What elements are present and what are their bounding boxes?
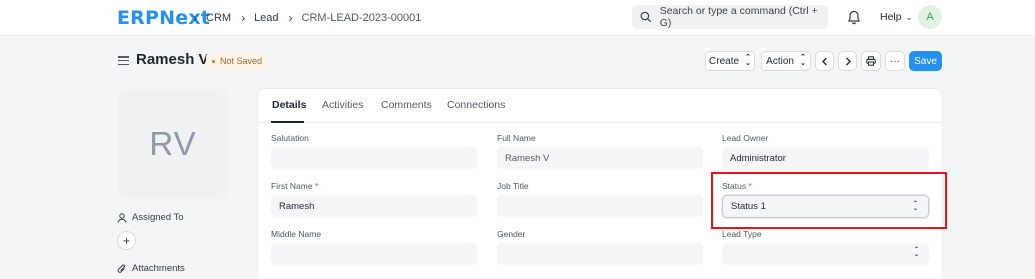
attachments-label: Attachments — [132, 263, 185, 274]
form-tabs: Details Activities Comments Connections — [258, 89, 942, 123]
breadcrumb: › CRM › Lead › CRM-LEAD-2023-00001 — [190, 11, 423, 25]
chevron-right-icon: › — [193, 11, 197, 25]
job-title-label: Job Title — [497, 181, 529, 191]
full-name-field: Ramesh V — [497, 147, 703, 169]
assigned-to-label: Assigned To — [132, 212, 184, 223]
lead-owner-label: Lead Owner — [722, 133, 769, 143]
help-dropdown[interactable]: Help ⌄ — [880, 11, 912, 23]
action-button[interactable]: Action ⌃ ⌄ — [761, 51, 811, 71]
bell-icon[interactable] — [847, 10, 861, 25]
tab-activities[interactable]: Activities — [322, 99, 363, 111]
save-button[interactable]: Save — [909, 51, 942, 71]
create-button[interactable]: Create ⌃ ⌄ — [705, 51, 755, 71]
select-arrows-icon: ⌃ ⌄ — [745, 54, 751, 67]
chevron-right-icon — [845, 57, 851, 65]
search-input[interactable]: Search or type a command (Ctrl + G) — [632, 5, 828, 29]
select-arrows-icon: ⌃ ⌄ — [913, 247, 919, 258]
create-button-label: Create — [709, 55, 740, 67]
first-name-label-text: First Name — [271, 181, 313, 191]
first-name-field[interactable]: Ramesh — [271, 195, 477, 217]
print-button[interactable] — [861, 51, 881, 71]
salutation-label: Salutation — [271, 133, 309, 143]
lead-avatar[interactable]: RV — [118, 89, 228, 199]
assigned-to-section: Assigned To — [117, 212, 184, 223]
tab-connections[interactable]: Connections — [447, 99, 505, 111]
lead-owner-field[interactable]: Administrator — [722, 147, 929, 169]
full-name-label: Full Name — [497, 133, 536, 143]
paperclip-icon — [117, 264, 125, 273]
lead-type-label: Lead Type — [722, 229, 762, 239]
highlight-box — [711, 172, 947, 229]
gender-label: Gender — [497, 229, 526, 239]
tab-details[interactable]: Details — [272, 99, 306, 111]
help-label: Help — [880, 11, 902, 23]
previous-record-button[interactable] — [815, 51, 834, 71]
printer-icon — [866, 56, 876, 66]
breadcrumb-current[interactable]: CRM-LEAD-2023-00001 — [302, 12, 422, 24]
chevron-right-icon: › — [241, 11, 246, 25]
dot-icon — [212, 59, 215, 63]
active-tab-indicator — [271, 121, 304, 123]
salutation-field[interactable] — [271, 147, 477, 169]
tab-comments[interactable]: Comments — [381, 99, 432, 111]
action-button-label: Action — [766, 55, 794, 67]
sidebar-toggle-icon[interactable] — [118, 56, 129, 65]
lead-type-select[interactable]: ⌃ ⌄ — [722, 243, 929, 265]
job-title-field[interactable] — [497, 195, 703, 217]
gender-field[interactable] — [497, 243, 703, 265]
first-name-label: First Name * — [271, 181, 318, 191]
required-mark: * — [314, 181, 319, 191]
middle-name-field[interactable] — [271, 243, 477, 265]
user-icon — [117, 212, 127, 223]
search-icon — [640, 11, 652, 23]
status-badge: Not Saved — [206, 53, 269, 69]
navbar: ERPNext › CRM › Lead › CRM-LEAD-2023-000… — [0, 0, 1035, 36]
next-record-button[interactable] — [838, 51, 857, 71]
user-avatar[interactable]: A — [918, 5, 942, 29]
status-badge-label: Not Saved — [220, 56, 263, 66]
chevron-down-icon: ⌄ — [905, 12, 913, 22]
page-title: Ramesh V — [136, 51, 209, 68]
chevron-right-icon: › — [288, 11, 293, 25]
middle-name-label: Middle Name — [271, 229, 322, 239]
search-placeholder: Search or type a command (Ctrl + G) — [659, 5, 818, 29]
more-button[interactable]: ··· — [885, 51, 905, 71]
select-arrows-icon: ⌃ ⌄ — [799, 54, 806, 67]
breadcrumb-lead[interactable]: Lead — [254, 12, 278, 24]
attachments-section: Attachments — [117, 263, 185, 274]
chevron-left-icon — [821, 57, 827, 65]
breadcrumb-crm[interactable]: CRM — [206, 12, 231, 24]
add-assignee-button[interactable]: + — [117, 231, 136, 250]
